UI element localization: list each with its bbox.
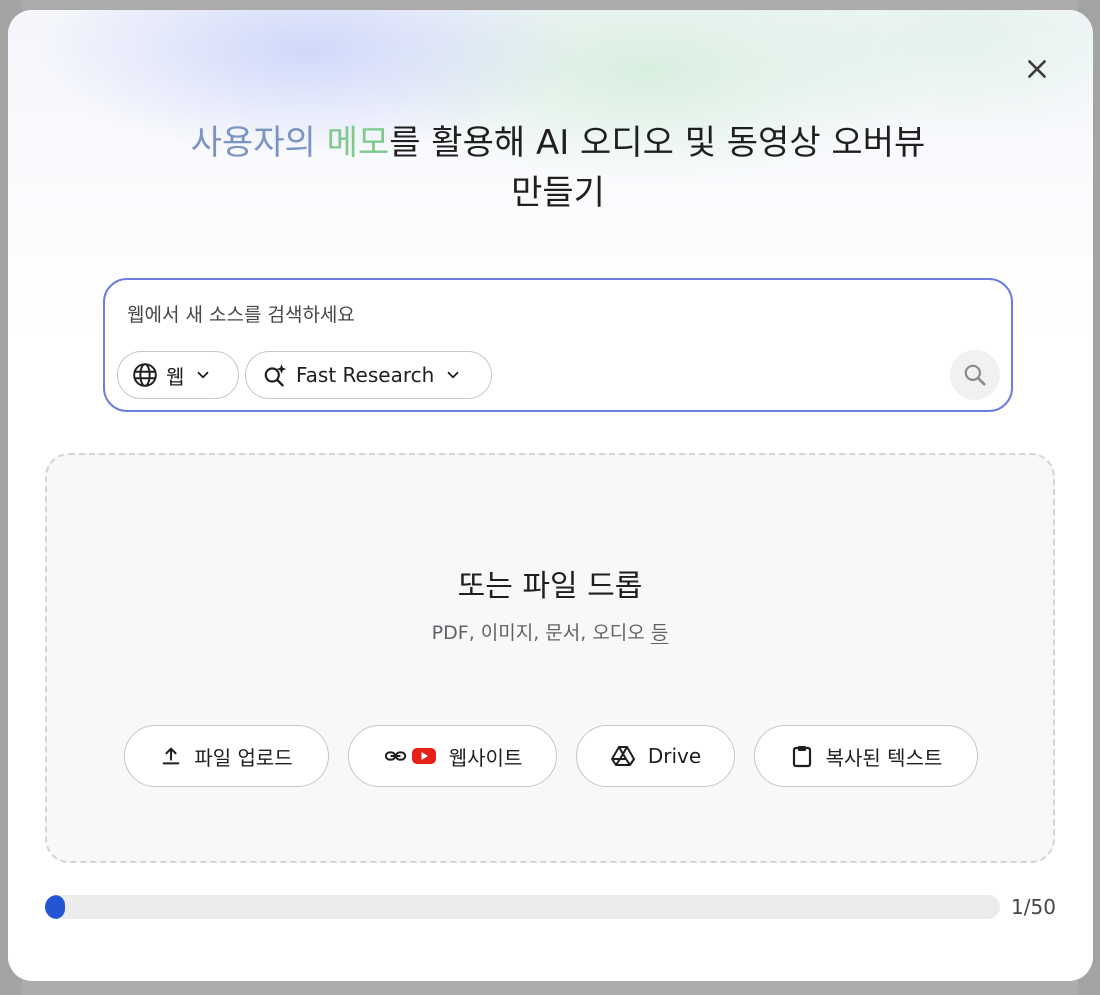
- source-limit-progress-fill: [45, 895, 65, 919]
- search-input[interactable]: [127, 300, 827, 330]
- website-label: 웹사이트: [448, 745, 523, 770]
- website-button[interactable]: 웹사이트: [348, 725, 557, 787]
- web-search-box: 웹 Fast Research: [103, 278, 1013, 412]
- youtube-icon: [411, 746, 437, 766]
- chevron-down-icon: [444, 366, 462, 384]
- close-icon: [1028, 60, 1046, 78]
- upload-file-label: 파일 업로드: [194, 745, 293, 770]
- search-icon: [964, 364, 986, 386]
- research-mode-dropdown[interactable]: Fast Research: [245, 351, 492, 399]
- add-sources-dialog: 사용자의 메모를 활용해 AI 오디오 및 동영상 오버뷰 만들기 웹 Fast…: [8, 10, 1093, 981]
- title-text: 를 활용해 AI 오디오 및 동영상 오버뷰: [389, 123, 926, 163]
- file-drop-zone[interactable]: 또는 파일 드롭 PDF, 이미지, 문서, 오디오 등 파일 업로드 웹사이트…: [45, 453, 1055, 863]
- chevron-down-icon: [194, 366, 212, 384]
- dialog-title: 사용자의 메모를 활용해 AI 오디오 및 동영상 오버뷰 만들기: [108, 118, 1008, 218]
- clipboard-icon: [790, 744, 814, 768]
- upload-file-button[interactable]: 파일 업로드: [124, 725, 329, 787]
- source-type-dropdown[interactable]: 웹: [117, 351, 239, 399]
- link-icon: [383, 745, 409, 767]
- source-limit-progress: [45, 895, 1000, 919]
- sparkle-search-icon: [264, 364, 287, 387]
- title-highlight-user: 사용자의: [190, 123, 316, 163]
- drop-subtitle: PDF, 이미지, 문서, 오디오 등: [47, 618, 1053, 645]
- drive-button[interactable]: Drive: [576, 725, 735, 787]
- research-mode-label: Fast Research: [296, 363, 435, 387]
- drive-label: Drive: [647, 744, 702, 768]
- source-type-label: 웹: [166, 364, 185, 389]
- title-highlight-memo: 메모: [326, 123, 390, 163]
- more-types-link[interactable]: 등: [651, 622, 668, 644]
- upload-icon: [160, 745, 182, 767]
- title-line2: 만들기: [511, 173, 605, 213]
- supported-types: PDF, 이미지, 문서, 오디오: [431, 622, 645, 644]
- copied-text-label: 복사된 텍스트: [825, 745, 943, 770]
- drop-title: 또는 파일 드롭: [457, 569, 643, 604]
- globe-icon: [133, 363, 157, 387]
- copied-text-button[interactable]: 복사된 텍스트: [754, 725, 978, 787]
- drive-icon: [610, 744, 636, 768]
- source-count: 1/50: [1011, 895, 1056, 919]
- close-button[interactable]: [1021, 53, 1053, 85]
- search-submit-button[interactable]: [950, 350, 1000, 400]
